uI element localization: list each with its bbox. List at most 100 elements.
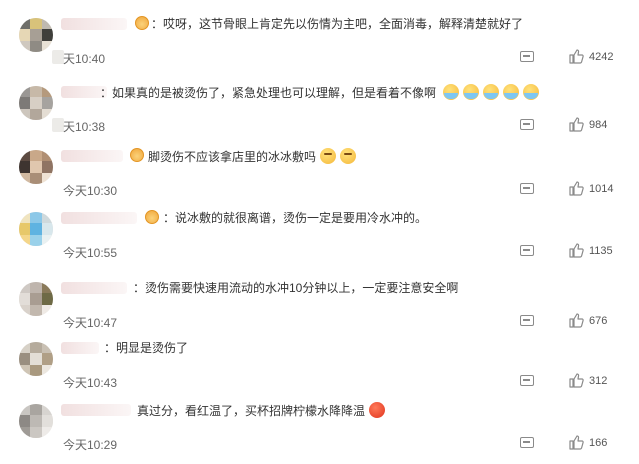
like-count: 312 xyxy=(589,375,608,387)
comment-time: 今天10:47 xyxy=(63,316,118,330)
comment-text: 脚烫伤不应该拿店里的冰冰敷吗 xyxy=(148,148,357,165)
reply-icon[interactable] xyxy=(520,245,534,256)
avatar-mosaic-tile xyxy=(42,342,53,353)
reply-icon[interactable] xyxy=(520,315,534,326)
avatar-mosaic-tile xyxy=(30,235,42,246)
avatar-mosaic-tile xyxy=(42,173,53,184)
avatar-mosaic-tile xyxy=(19,293,30,305)
like-count: 1135 xyxy=(589,245,613,257)
avatar[interactable] xyxy=(19,212,53,246)
avatar-mosaic-tile xyxy=(42,305,53,316)
avatar-mosaic-tile xyxy=(19,109,30,120)
avatar-mosaic-tile xyxy=(30,18,42,29)
avatar-mosaic-tile xyxy=(42,150,53,161)
thumbs-up-icon[interactable] xyxy=(568,116,584,132)
username-blurred[interactable] xyxy=(61,404,131,416)
comment-text: ：烫伤需要快速用流动的水冲10分钟以上，一定要注意安全啊 xyxy=(133,281,459,295)
avatar[interactable] xyxy=(19,282,53,316)
avatar-mosaic-tile xyxy=(30,223,42,235)
avatar-mosaic-tile xyxy=(30,41,42,52)
comment-item: ：烫伤需要快速用流动的水冲10分钟以上，一定要注意安全啊 今天10:47 676 xyxy=(0,278,639,342)
thumbs-up-icon[interactable] xyxy=(568,312,584,328)
avatar-mosaic-tile xyxy=(30,97,42,109)
comment-time: 今天10:30 xyxy=(63,184,118,198)
avatar-mosaic-tile xyxy=(30,29,42,41)
username-blurred[interactable] xyxy=(61,212,137,224)
avatar-mosaic-tile xyxy=(19,150,30,161)
avatar-mosaic-tile xyxy=(30,427,42,438)
like-count: 4242 xyxy=(589,51,614,63)
username-blurred[interactable] xyxy=(61,282,127,294)
reply-icon[interactable] xyxy=(520,437,534,448)
comment-time: 今天10:43 xyxy=(63,376,118,390)
avatar-mosaic-tile xyxy=(42,223,53,235)
reply-icon[interactable] xyxy=(520,183,534,194)
comment-time: 今天10:29 xyxy=(63,438,118,452)
thumbs-up-icon[interactable] xyxy=(568,372,584,388)
avatar-mosaic-tile xyxy=(30,305,42,316)
username-blurred[interactable] xyxy=(61,150,123,162)
avatar-mosaic-tile xyxy=(19,97,30,109)
reply-icon[interactable] xyxy=(520,51,534,62)
thumbs-up-icon[interactable] xyxy=(568,434,584,450)
avatar[interactable] xyxy=(19,18,53,52)
avatar-mosaic-tile xyxy=(19,415,30,427)
avatar-mosaic-tile xyxy=(30,293,42,305)
avatar-mosaic-tile xyxy=(19,223,30,235)
reply-icon[interactable] xyxy=(520,375,534,386)
avatar[interactable] xyxy=(19,150,53,184)
avatar[interactable] xyxy=(19,86,53,120)
avatar-mosaic-tile xyxy=(42,404,53,415)
crying-face-icon xyxy=(463,84,480,100)
comment-item: 脚烫伤不应该拿店里的冰冰敷吗 今天10:30 1014 xyxy=(0,146,639,210)
avatar-mosaic-tile xyxy=(19,342,30,353)
avatar-mosaic-tile xyxy=(42,97,53,109)
like-count: 166 xyxy=(589,437,608,449)
avatar-mosaic-tile xyxy=(19,212,30,223)
avatar-mosaic-tile xyxy=(30,353,42,365)
avatar-mosaic-tile xyxy=(30,282,42,293)
avatar-mosaic-tile xyxy=(19,18,30,29)
avatar-mosaic-tile xyxy=(19,282,30,293)
avatar-mosaic-tile xyxy=(30,161,42,173)
crying-face-icon xyxy=(503,84,520,100)
avatar-mosaic-tile xyxy=(30,86,42,97)
thumbs-up-icon[interactable] xyxy=(568,48,584,64)
like-count: 984 xyxy=(589,119,608,131)
vip-crown-icon xyxy=(135,16,149,30)
comment-item: ：哎呀，这节骨眼上肯定先以伤情为主吧，全面消毒，解释清楚就好了 天10:40 4… xyxy=(0,14,639,78)
avatar-mosaic-tile xyxy=(42,365,53,376)
angry-face-icon xyxy=(369,402,386,418)
comment-item: ：说冰敷的就很离谱，烫伤一定是要用冷水冲的。 今天10:55 1135 xyxy=(0,208,639,272)
avatar-mosaic-tile xyxy=(42,161,53,173)
thumbs-up-icon[interactable] xyxy=(568,180,584,196)
avatar-mosaic-tile xyxy=(42,415,53,427)
comment-text: ：明显是烫伤了 xyxy=(104,341,189,355)
avatar[interactable] xyxy=(19,342,53,376)
comment-item: ：如果真的是被烫伤了，紧急处理也可以理解，但是看着不像啊 天10:38 984 xyxy=(0,82,639,146)
comment-text: ：哎呀，这节骨眼上肯定先以伤情为主吧，全面消毒，解释清楚就好了 xyxy=(151,17,524,31)
username-blurred[interactable] xyxy=(61,342,99,354)
vip-crown-icon xyxy=(130,148,144,162)
avatar-mosaic-tile xyxy=(42,86,53,97)
avatar-mosaic-tile xyxy=(19,29,30,41)
avatar-mosaic-tile xyxy=(42,293,53,305)
avatar[interactable] xyxy=(19,404,53,438)
avatar-mosaic-tile xyxy=(19,235,30,246)
thinking-face-icon xyxy=(340,148,357,164)
avatar-mosaic-tile xyxy=(19,427,30,438)
avatar-mosaic-tile xyxy=(42,353,53,365)
avatar-mosaic-tile xyxy=(19,365,30,376)
avatar-mosaic-tile xyxy=(30,415,42,427)
avatar-mosaic-tile xyxy=(42,282,53,293)
comment-text: ：说冰敷的就很离谱，烫伤一定是要用冷水冲的。 xyxy=(163,211,428,225)
avatar-mosaic-tile xyxy=(42,18,53,29)
avatar-mosaic-tile xyxy=(19,41,30,52)
thumbs-up-icon[interactable] xyxy=(568,242,584,258)
avatar-mosaic-tile xyxy=(19,353,30,365)
like-count: 1014 xyxy=(589,183,614,195)
comment-text: ：如果真的是被烫伤了，紧急处理也可以理解，但是看着不像啊 xyxy=(100,84,540,101)
avatar-mosaic-tile xyxy=(19,173,30,184)
username-blurred[interactable] xyxy=(61,18,127,30)
reply-icon[interactable] xyxy=(520,119,534,130)
